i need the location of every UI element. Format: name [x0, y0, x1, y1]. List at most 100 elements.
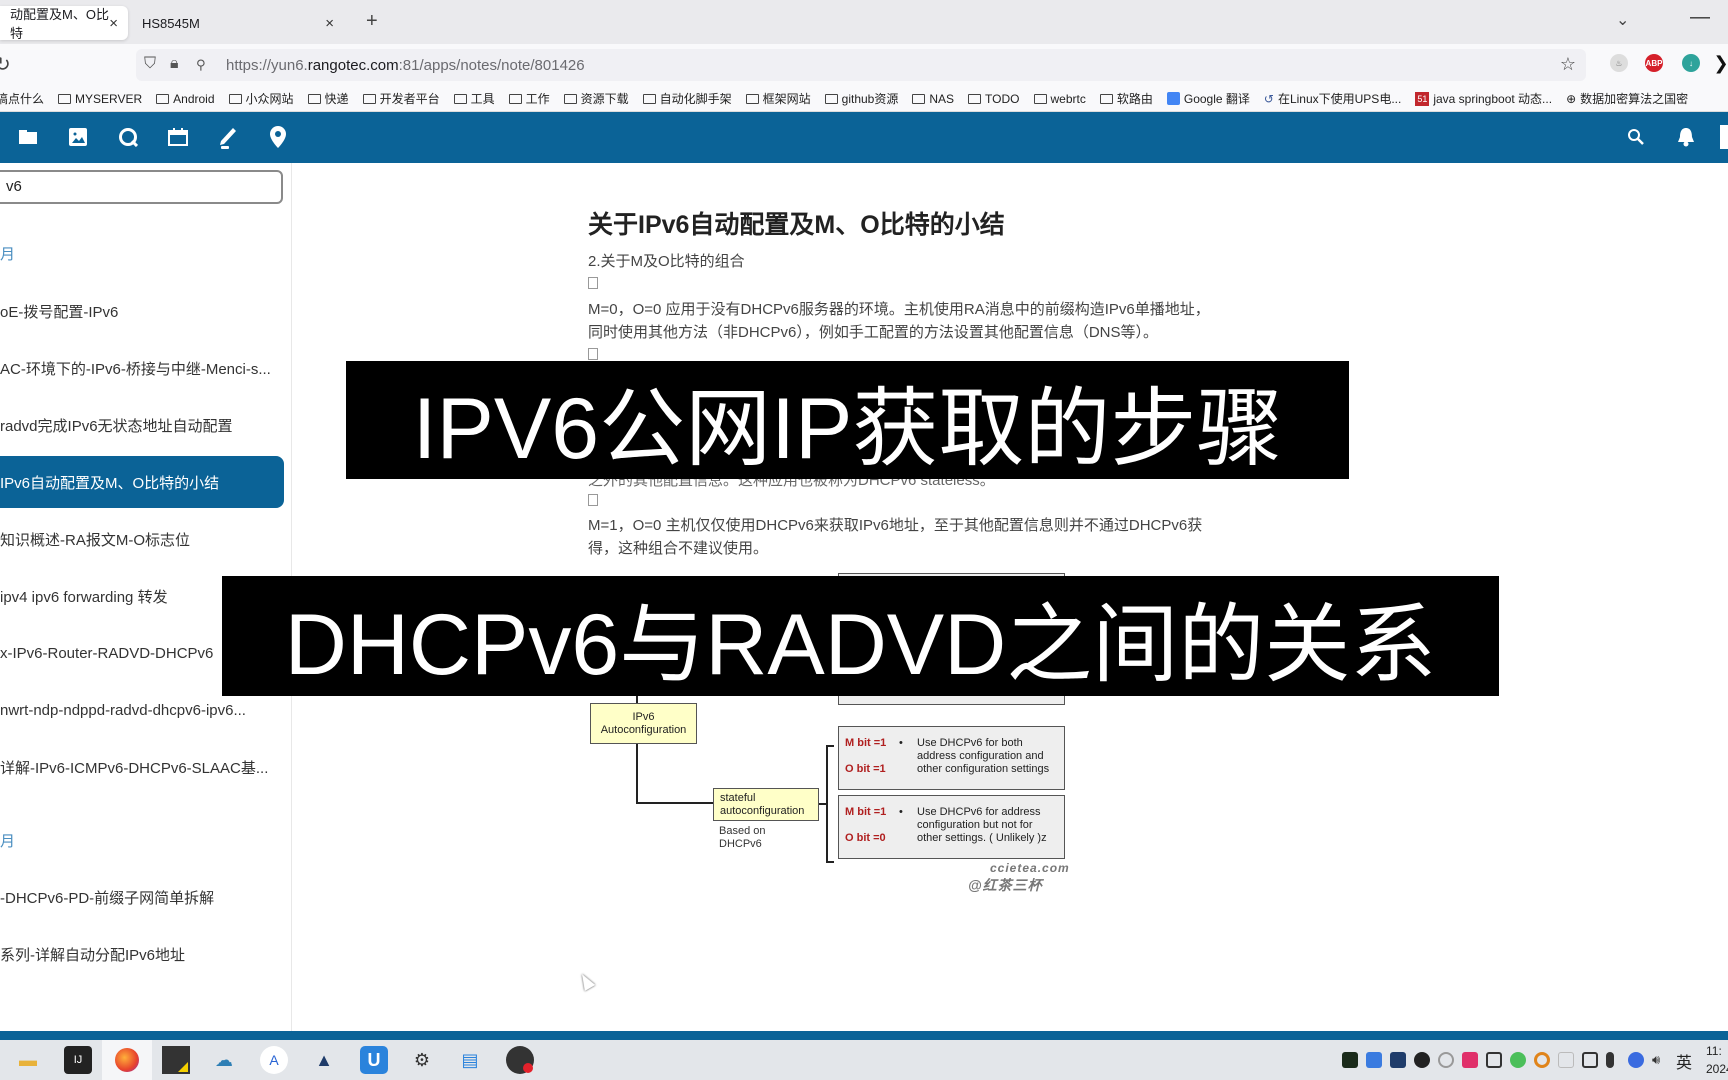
note-list-item[interactable]: oE-拨号配置-IPv6 [0, 285, 284, 337]
tray-icon[interactable] [1558, 1052, 1574, 1068]
tray-icon[interactable] [1438, 1052, 1454, 1068]
folder-icon[interactable] [16, 125, 40, 149]
bookmark-folder[interactable]: 快递 [307, 90, 349, 107]
site-icon: ↺ [1263, 91, 1274, 106]
cat-app-icon[interactable]: ▲ [310, 1046, 338, 1074]
bookmark-folder[interactable]: 工具 [453, 90, 495, 107]
folder-icon [156, 93, 170, 104]
note-list-item[interactable]: 知识概述-RA报文M-O标志位 [0, 513, 284, 565]
note-list-item[interactable]: 系列-详解自动分配IPv6地址 [0, 928, 284, 980]
taskbar: ▬ IJ ☁ A ▲ U ⚙ ▤ 🔊︎ 英 11: 2024 [0, 1040, 1728, 1080]
bookmark-folder[interactable]: TODO [968, 92, 1020, 106]
bookmark-folder[interactable]: github资源 [824, 90, 898, 107]
bookmark-folder[interactable]: 自动化脚手架 [642, 90, 732, 107]
calendar-icon[interactable] [166, 125, 190, 149]
nvidia-icon[interactable] [1342, 1052, 1358, 1068]
tray-pink-icon[interactable] [1462, 1052, 1478, 1068]
note-list-item[interactable]: AC-环境下的-IPv6-桥接与中继-Menci-s... [0, 342, 284, 394]
extension-icon[interactable]: ♨ [1610, 54, 1628, 72]
location-icon[interactable] [266, 125, 290, 149]
adblock-plus-icon[interactable]: ABP [1645, 54, 1663, 72]
bookmark-link[interactable]: ↺ 在Linux下使用UPS电... [1264, 90, 1401, 107]
lock-icon[interactable]: 🔒︎ [170, 55, 179, 73]
bookmark-folder[interactable]: MYSERVER [58, 92, 142, 106]
minimize-button[interactable]: — [1690, 6, 1710, 29]
microphone-icon[interactable] [1606, 1052, 1614, 1068]
bell-icon[interactable] [1674, 125, 1698, 149]
chat-icon[interactable] [116, 125, 140, 149]
note-subtitle: 2.关于M及O比特的组合 [588, 253, 745, 270]
image-icon[interactable] [66, 125, 90, 149]
tray-app-icon[interactable] [1366, 1052, 1382, 1068]
bookmark-google-translate[interactable]: Google 翻译 [1166, 90, 1250, 107]
shield-icon[interactable]: ⛉ [144, 55, 156, 73]
folder-icon [453, 93, 467, 104]
input-language-indicator[interactable]: 英 [1676, 1049, 1692, 1073]
bookmark-folder[interactable]: 工作 [508, 90, 550, 107]
pinned-app-icon[interactable]: A [260, 1046, 288, 1074]
folder-icon [563, 93, 577, 104]
tab-label: HS8545M [142, 15, 200, 31]
mo-box-2: M bit =1 O bit =0 • Use DHCPv6 for addre… [838, 795, 1065, 859]
remote-desktop-icon[interactable]: ▤ [456, 1046, 484, 1074]
folder-icon [362, 93, 376, 104]
bookmark-folder[interactable]: 软路由 [1099, 90, 1153, 107]
tray-icon[interactable] [1322, 1052, 1338, 1068]
reload-icon[interactable]: ↻ [0, 52, 11, 77]
address-bar[interactable]: ⛉ 🔒︎ ⚲ https://yun6.rangotec.com:81/apps… [136, 49, 1586, 81]
bookmark-link[interactable]: ⊕ 数据加密算法之国密 [1566, 90, 1688, 107]
cloud-app-icon[interactable]: ☁ [210, 1046, 238, 1074]
bookmark-link[interactable]: 51 java springboot 动态... [1415, 90, 1552, 107]
close-tab-icon[interactable]: × [109, 15, 118, 32]
more-tools-icon[interactable]: ❯ [1712, 53, 1728, 73]
caption-overlay: IPV6公网IP获取的步骤 [346, 361, 1349, 479]
broken-image-icon [588, 494, 598, 506]
note-list-item[interactable]: -DHCPv6-PD-前缀子网简单拆解 [0, 871, 284, 923]
firefox-icon[interactable] [102, 1040, 152, 1080]
google-translate-icon [1166, 92, 1180, 105]
user-menu-icon[interactable] [1720, 125, 1728, 149]
note-list-item-active[interactable]: IPv6自动配置及M、O比特的小结 [0, 456, 284, 508]
bookmark-item[interactable]: 搞点什么 [0, 90, 44, 107]
close-tab-icon[interactable]: × [325, 15, 334, 32]
note-list-item[interactable]: radvd完成IPv6无状态地址自动配置 [0, 399, 284, 451]
search-tray-icon[interactable] [1534, 1052, 1550, 1068]
tab-list-chevron-icon[interactable]: ⌄ [1616, 10, 1629, 30]
tab-hs8545m[interactable]: HS8545M × [132, 6, 344, 40]
pen-icon[interactable] [216, 125, 240, 149]
bracket [826, 745, 834, 863]
system-clock[interactable]: 11: 2024 [1706, 1042, 1728, 1078]
bookmark-folder[interactable]: webrtc [1033, 92, 1086, 106]
bookmark-folder[interactable]: 框架网站 [745, 90, 811, 107]
stateful-note: Based on DHCPv6 [719, 825, 766, 850]
new-tab-button[interactable]: + [366, 10, 378, 33]
utools-icon[interactable]: U [360, 1046, 388, 1074]
search-icon[interactable] [1624, 125, 1648, 149]
bookmark-folder[interactable]: 开发者平台 [362, 90, 440, 107]
url-text[interactable]: https://yun6.rangotec.com:81/apps/notes/… [226, 57, 585, 74]
extension-icon[interactable]: ↓ [1682, 54, 1700, 72]
sticky-notes-icon[interactable] [162, 1046, 190, 1074]
bookmark-folder[interactable]: Android [156, 92, 215, 106]
browser-nav-bar: ↻ ⛉ 🔒︎ ⚲ https://yun6.rangotec.com:81/ap… [0, 44, 1728, 86]
note-list-item[interactable]: 详解-IPv6-ICMPv6-DHCPv6-SLAAC基... [0, 741, 284, 793]
volume-icon[interactable]: 🔊︎ [1652, 1052, 1668, 1068]
bookmark-star-icon[interactable]: ☆ [1560, 54, 1576, 75]
obs-tray-icon[interactable] [1414, 1052, 1430, 1068]
bookmark-folder[interactable]: 小众网站 [228, 90, 294, 107]
bookmark-folder[interactable]: NAS [912, 92, 954, 106]
check-icon[interactable] [1510, 1052, 1526, 1068]
security-shield-icon[interactable] [1486, 1052, 1502, 1068]
settings-gear-icon[interactable]: ⚙ [408, 1046, 436, 1074]
intellij-idea-icon[interactable]: IJ [64, 1046, 92, 1074]
tray-cat-icon[interactable] [1390, 1052, 1406, 1068]
tray-globe-icon[interactable] [1628, 1052, 1644, 1068]
tab-active[interactable]: 动配置及M、O比特 × [0, 6, 128, 41]
notes-search-input[interactable]: v6 [0, 170, 283, 204]
mo-box-1: M bit =1 O bit =1 • Use DHCPv6 for both … [838, 726, 1065, 790]
bookmark-folder[interactable]: 资源下载 [563, 90, 629, 107]
network-icon[interactable] [1582, 1052, 1598, 1068]
obs-icon[interactable] [506, 1046, 534, 1074]
file-explorer-icon[interactable]: ▬ [14, 1046, 42, 1074]
permissions-icon[interactable]: ⚲ [196, 57, 206, 73]
